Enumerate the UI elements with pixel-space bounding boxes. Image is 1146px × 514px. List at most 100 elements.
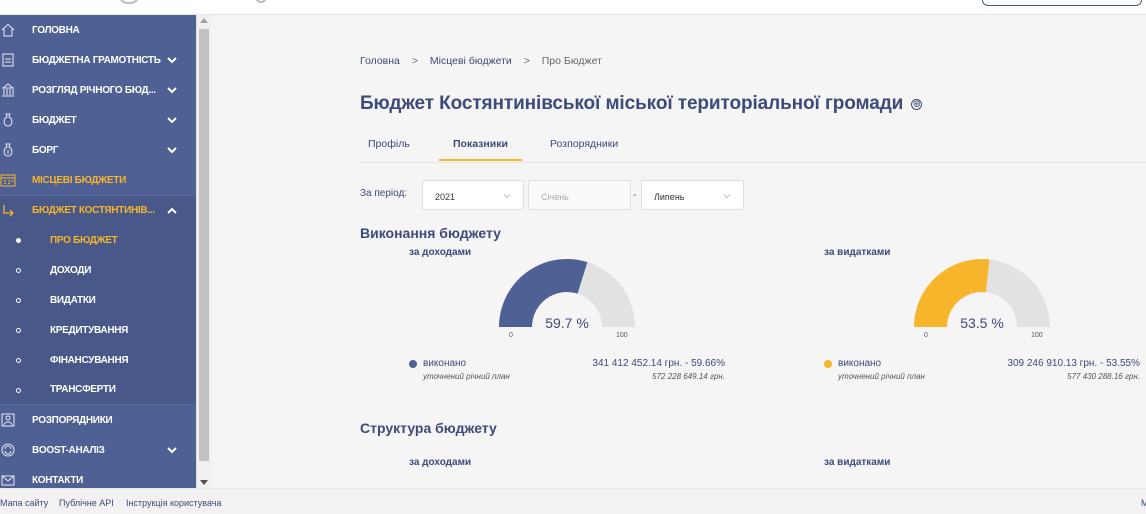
sidebar-item-label: МІСЦЕВІ БЮДЖЕТИ xyxy=(32,174,126,186)
sidebar-subitem-expenditures[interactable]: ВИДАТКИ xyxy=(0,285,196,315)
refresh-icon xyxy=(0,442,16,458)
footer-right-link[interactable]: М xyxy=(1141,498,1146,508)
sidebar-item-local-budgets[interactable]: МІСЦЕВІ БЮДЖЕТИ xyxy=(0,165,196,195)
chevron-down-icon[interactable] xyxy=(166,114,178,126)
bullet-icon xyxy=(16,238,21,243)
chevron-down-icon[interactable] xyxy=(166,54,178,66)
header-logo-fragment xyxy=(118,0,140,4)
sidebar-subitem-about-budget[interactable]: ПРО БЮДЖЕТ xyxy=(0,225,196,255)
footer-sitemap-link[interactable]: Мапа сайту xyxy=(0,498,48,508)
sidebar-subitem-revenues[interactable]: ДОХОДИ xyxy=(0,255,196,285)
sidebar-item-annual-budget-review[interactable]: РОЗГЛЯД РІЧНОГО БЮД... xyxy=(0,75,196,105)
execution-revenue-heading: за доходами xyxy=(409,247,472,258)
sidebar-scrollbar[interactable] xyxy=(196,15,211,488)
tab-managers[interactable]: Розпорядники xyxy=(550,138,618,159)
legend-plan-label: уточнений річний план xyxy=(838,372,925,381)
chevron-down-icon[interactable] xyxy=(166,144,178,156)
main-content: Головна > Місцеві бюджети > Про Бюджет Б… xyxy=(212,15,1146,488)
bullet-icon xyxy=(16,358,21,363)
expenses-gauge-chart: 53.5 % 0 100 xyxy=(914,259,1050,343)
tab-profile[interactable]: Профіль xyxy=(368,138,410,159)
home-icon xyxy=(0,22,16,38)
gauge-percent-label: 53.5 % xyxy=(960,315,1004,331)
breadcrumb-current: Про Бюджет xyxy=(541,55,602,67)
period-label: За період: xyxy=(360,188,408,199)
tab-indicators[interactable]: Показники xyxy=(439,138,522,161)
bullet-icon xyxy=(16,328,21,333)
expenses-legend: виконано уточнений річний план 309 246 9… xyxy=(824,358,1140,386)
sidebar-item-label: КОНТАКТИ xyxy=(32,474,84,486)
sidebar-subitem-label: КРЕДИТУВАННЯ xyxy=(50,324,129,336)
page-title: Бюджет Костянтинівської міської територі… xyxy=(360,93,923,115)
chevron-down-icon xyxy=(503,192,511,200)
mail-icon xyxy=(0,472,16,488)
sidebar-subitem-label: ТРАНСФЕРТИ xyxy=(50,384,116,395)
period-separator: - xyxy=(633,190,637,201)
top-header-strip xyxy=(0,0,1146,15)
breadcrumb-local-budgets-link[interactable]: Місцеві бюджети xyxy=(430,55,512,67)
gauge-tick-min: 0 xyxy=(924,332,928,339)
sidebar-item-debt[interactable]: БОРГ xyxy=(0,135,196,165)
to-month-select[interactable]: Липень xyxy=(641,180,744,210)
footer: Мапа сайту Публічне API Інструкція корис… xyxy=(0,488,1146,514)
sidebar-item-contacts[interactable]: КОНТАКТИ xyxy=(0,465,196,488)
legend-plan-value: 572 228 649.14 грн. xyxy=(652,372,725,381)
sidebar-nav: ГОЛОВНА БЮДЖЕТНА ГРАМОТНІСТЬ РОЗГЛЯД РІЧ… xyxy=(0,15,196,488)
sidebar-item-label: ГОЛОВНА xyxy=(32,24,80,36)
chevron-down-icon[interactable] xyxy=(166,444,178,456)
bullet-icon xyxy=(16,268,21,273)
chevron-down-icon[interactable] xyxy=(166,84,178,96)
footer-api-link[interactable]: Публічне API xyxy=(59,498,114,508)
structure-section-title: Структура бюджету xyxy=(360,420,497,436)
bullet-icon xyxy=(16,298,21,303)
breadcrumb-separator: > xyxy=(411,55,418,67)
scroll-up-arrow-icon[interactable] xyxy=(200,18,208,23)
sidebar-item-boost-analysis[interactable]: BOOST-АНАЛІЗ xyxy=(0,435,196,465)
expand-plus-icon[interactable]: ⊕ xyxy=(911,99,923,110)
legend-plan-label: уточнений річний план xyxy=(423,372,510,381)
legend-done-label: виконано xyxy=(423,358,467,369)
sidebar-item-kostiantynivka-budget[interactable]: БЮДЖЕТ КОСТЯНТИНІВ... xyxy=(0,195,196,225)
execution-section-title: Виконання бюджету xyxy=(360,225,501,241)
footer-manual-link[interactable]: Інструкція користувача xyxy=(126,498,221,508)
legend-dot-icon xyxy=(409,360,417,368)
legend-done-value: 341 412 452.14 грн. - 59.66% xyxy=(592,358,725,369)
sidebar-subitem-label: ВИДАТКИ xyxy=(50,294,96,306)
gauge-tick-max: 100 xyxy=(616,332,628,339)
sidebar-subitem-lending[interactable]: КРЕДИТУВАННЯ xyxy=(0,315,196,345)
sidebar-item-home[interactable]: ГОЛОВНА xyxy=(0,15,196,45)
revenue-legend: виконано уточнений річний план 341 412 4… xyxy=(409,358,725,386)
sidebar-subitem-label: ПРО БЮДЖЕТ xyxy=(50,234,118,246)
breadcrumb-separator: > xyxy=(523,55,530,67)
header-logo-fragment-2 xyxy=(255,0,267,3)
gauge-tick-min: 0 xyxy=(509,332,513,339)
sidebar-item-budget[interactable]: БЮДЖЕТ xyxy=(0,105,196,135)
execution-expenses-heading: за видатками xyxy=(824,247,891,258)
scroll-down-arrow-icon[interactable] xyxy=(200,480,208,485)
breadcrumb-home-link[interactable]: Головна xyxy=(360,55,400,67)
header-login-button[interactable] xyxy=(982,0,1142,6)
debt-icon xyxy=(0,142,16,158)
sidebar-subitem-label: ДОХОДИ xyxy=(50,264,92,276)
from-month-select[interactable]: Січень xyxy=(528,180,631,210)
gauge-percent-label: 59.7 % xyxy=(545,315,589,331)
sidebar-subitem-financing[interactable]: ФІНАНСУВАННЯ xyxy=(0,345,196,375)
sidebar-item-budget-literacy[interactable]: БЮДЖЕТНА ГРАМОТНІСТЬ xyxy=(0,45,196,75)
legend-dot-icon xyxy=(824,360,832,368)
gauge-tick-max: 100 xyxy=(1031,332,1043,339)
scrollbar-thumb[interactable] xyxy=(199,29,209,461)
sidebar-item-managers[interactable]: РОЗПОРЯДНИКИ xyxy=(0,405,196,435)
arrow-return-icon xyxy=(0,203,16,219)
to-month-value: Липень xyxy=(654,192,685,202)
sidebar-item-label: РОЗПОРЯДНИКИ xyxy=(32,414,113,426)
money-bag-icon xyxy=(0,112,16,128)
year-select[interactable]: 2021 xyxy=(422,180,524,210)
sidebar-subitem-transfers[interactable]: ТРАНСФЕРТИ xyxy=(0,375,196,405)
breadcrumb: Головна > Місцеві бюджети > Про Бюджет xyxy=(360,55,602,67)
managers-icon xyxy=(0,412,16,428)
chevron-down-icon xyxy=(723,192,731,200)
chevron-up-icon[interactable] xyxy=(166,205,178,217)
from-month-value: Січень xyxy=(541,192,569,202)
sidebar-item-label: БОРГ xyxy=(32,144,59,156)
revenue-gauge-chart: 59.7 % 0 100 xyxy=(499,259,635,343)
